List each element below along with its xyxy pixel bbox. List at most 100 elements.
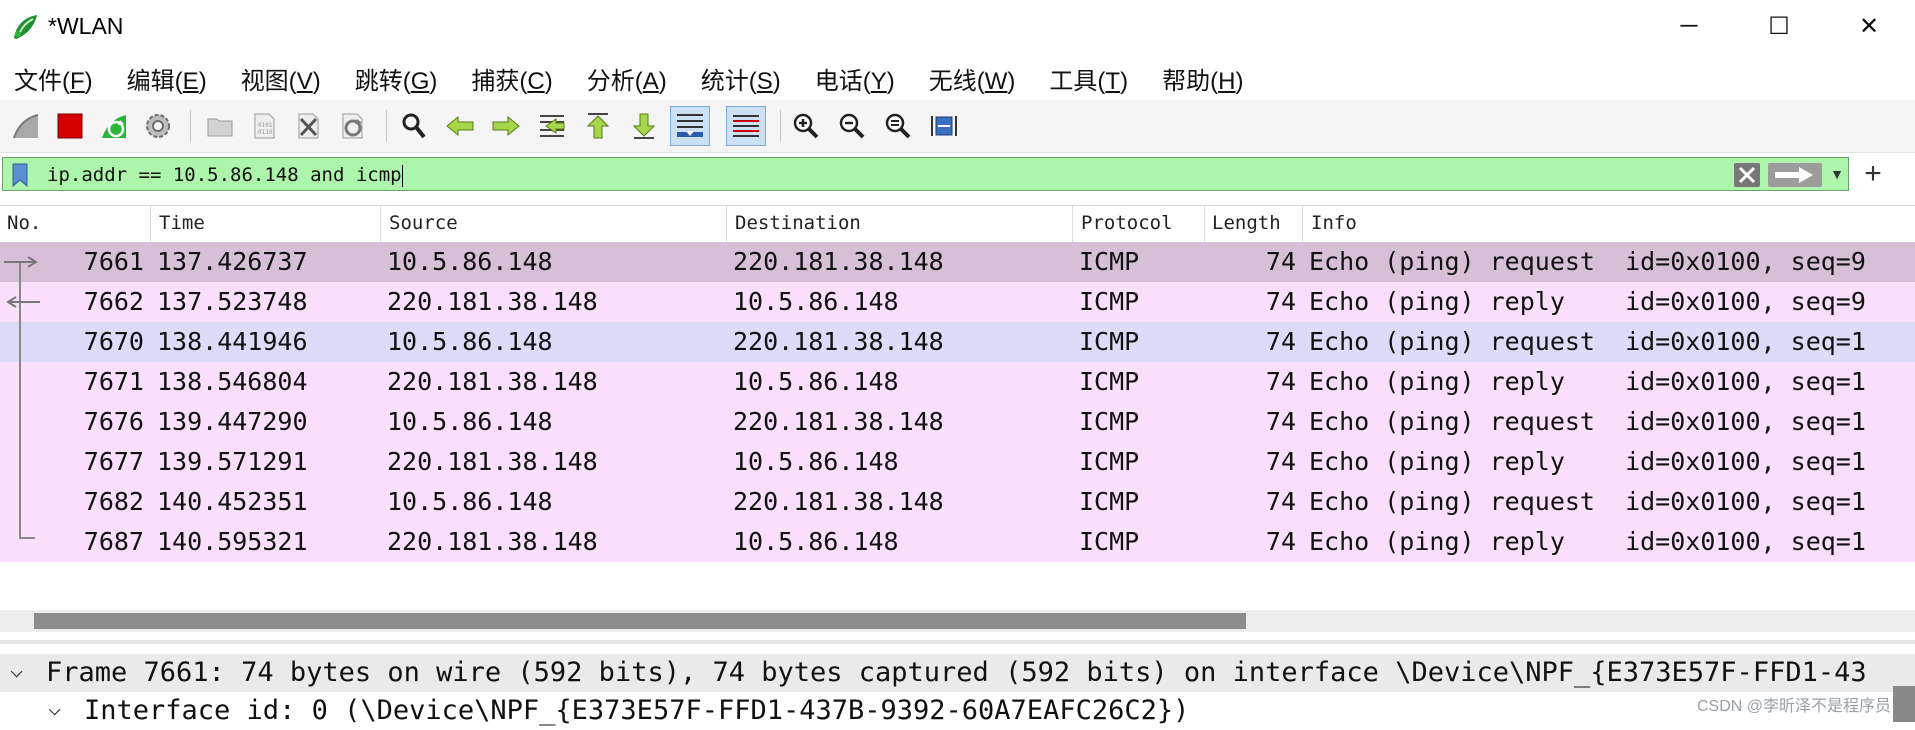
reload-file-icon[interactable] — [332, 106, 372, 146]
packet-row[interactable]: 7670 138.441946 10.5.86.148 220.181.38.148 I… — [0, 322, 1915, 362]
packet-row[interactable]: 7662 137.523748 220.181.38.148 10.5.86.148 I… — [0, 282, 1915, 322]
detail-frame-text: Frame 7661: 74 bytes on wire (592 bits),… — [46, 657, 1867, 688]
menu-item[interactable]: 统计(S) — [701, 61, 781, 96]
packet-row[interactable]: 7671 138.546804 220.181.38.148 10.5.86.148 I… — [0, 362, 1915, 402]
cell-source: 220.181.38.148 — [387, 447, 598, 476]
menu-item[interactable]: 跳转(G) — [355, 61, 438, 96]
cell-no: 7687 — [83, 527, 144, 556]
shark-fin-start-icon[interactable] — [6, 106, 46, 146]
packet-list-horizontal-scrollbar[interactable] — [0, 610, 1915, 632]
zoom-in-icon[interactable] — [786, 106, 826, 146]
packet-list-header: No. Time Source Destination Protocol Len… — [0, 205, 1915, 243]
detail-frame-row[interactable]: ⌵ Frame 7661: 74 bytes on wire (592 bits… — [0, 654, 1915, 692]
apply-filter-icon[interactable] — [1767, 162, 1823, 188]
menu-item[interactable]: 编辑(E) — [127, 61, 207, 96]
cell-info: Echo (ping) request id=0x0100, seq=9 — [1309, 247, 1866, 276]
menu-item[interactable]: 捕获(C) — [471, 61, 552, 96]
display-filter-input[interactable]: ip.addr == 10.5.86.148 and icmp ▼ — [2, 157, 1849, 191]
find-packet-icon[interactable] — [394, 106, 434, 146]
restart-capture-icon[interactable] — [94, 106, 134, 146]
menu-item[interactable]: 文件(F) — [14, 61, 93, 96]
cell-length: 74 — [1265, 327, 1296, 356]
column-header-time[interactable]: Time — [159, 212, 205, 234]
resize-columns-icon[interactable] — [924, 106, 964, 146]
column-divider[interactable] — [1204, 206, 1205, 242]
filter-history-dropdown-icon[interactable]: ▼ — [1827, 160, 1847, 188]
clear-filter-icon[interactable] — [1733, 162, 1761, 188]
cell-destination: 10.5.86.148 — [733, 447, 899, 476]
window-title: *WLAN — [48, 13, 124, 39]
menu-item[interactable]: 工具(T) — [1049, 61, 1128, 96]
details-vertical-scrollbar[interactable] — [1893, 686, 1915, 722]
menu-item[interactable]: 帮助(H) — [1162, 61, 1243, 96]
filter-bookmark-icon[interactable] — [7, 162, 33, 188]
cell-no: 7682 — [83, 487, 144, 516]
column-divider[interactable] — [1072, 206, 1073, 242]
menu-item[interactable]: 无线(W) — [929, 61, 1016, 96]
save-file-icon[interactable]: 0101 0110 — [244, 106, 284, 146]
capture-options-icon[interactable] — [138, 106, 178, 146]
cell-destination: 10.5.86.148 — [733, 367, 899, 396]
go-to-packet-icon[interactable] — [532, 106, 572, 146]
cell-time: 139.447290 — [157, 407, 308, 436]
colorize-icon[interactable] — [726, 106, 766, 146]
scrollbar-thumb[interactable] — [34, 613, 1246, 629]
column-header-no[interactable]: No. — [7, 212, 41, 234]
first-packet-icon[interactable] — [578, 106, 618, 146]
detail-interface-row[interactable]: ⌵ Interface id: 0 (\Device\NPF_{E373E57F… — [0, 692, 1915, 730]
zoom-out-icon[interactable] — [832, 106, 872, 146]
column-header-destination[interactable]: Destination — [735, 212, 861, 234]
cell-info: Echo (ping) reply id=0x0100, seq=9 — [1309, 287, 1866, 316]
open-file-icon[interactable] — [200, 106, 240, 146]
menu-item[interactable]: 分析(A) — [587, 61, 667, 96]
svg-text:0101: 0101 — [258, 122, 273, 129]
column-divider[interactable] — [726, 206, 727, 242]
column-header-info[interactable]: Info — [1311, 212, 1357, 234]
cell-length: 74 — [1265, 407, 1296, 436]
packet-row[interactable]: 7677 139.571291 220.181.38.148 10.5.86.148 I… — [0, 442, 1915, 482]
go-back-icon[interactable] — [440, 106, 480, 146]
column-header-source[interactable]: Source — [389, 212, 458, 234]
column-header-protocol[interactable]: Protocol — [1081, 212, 1173, 234]
maximize-button[interactable]: ☐ — [1734, 0, 1824, 52]
last-packet-icon[interactable] — [624, 106, 664, 146]
cell-source: 220.181.38.148 — [387, 287, 598, 316]
cell-length: 74 — [1265, 247, 1296, 276]
cell-destination: 220.181.38.148 — [733, 407, 944, 436]
cell-protocol: ICMP — [1079, 407, 1140, 436]
stop-capture-icon[interactable] — [50, 106, 90, 146]
detail-interface-text: Interface id: 0 (\Device\NPF_{E373E57F-F… — [84, 695, 1190, 726]
cell-info: Echo (ping) reply id=0x0100, seq=1 — [1309, 367, 1866, 396]
toolbar-separator — [190, 110, 191, 142]
close-file-icon[interactable] — [288, 106, 328, 146]
column-header-length[interactable]: Length — [1212, 212, 1281, 234]
packet-row[interactable]: 7682 140.452351 10.5.86.148 220.181.38.148 I… — [0, 482, 1915, 522]
collapse-chevron-icon[interactable]: ⌵ — [48, 696, 61, 721]
packet-row[interactable]: 7676 139.447290 10.5.86.148 220.181.38.148 I… — [0, 402, 1915, 442]
go-forward-icon[interactable] — [486, 106, 526, 146]
collapse-chevron-icon[interactable]: ⌵ — [10, 658, 23, 683]
packet-row[interactable]: 7687 140.595321 220.181.38.148 10.5.86.148 I… — [0, 522, 1915, 562]
column-divider[interactable] — [380, 206, 381, 242]
minimize-button[interactable]: ─ — [1644, 0, 1734, 52]
auto-scroll-icon[interactable] — [670, 106, 710, 146]
cell-time: 137.426737 — [157, 247, 308, 276]
cell-protocol: ICMP — [1079, 527, 1140, 556]
menu-item[interactable]: 电话(Y) — [815, 61, 895, 96]
normal-size-icon[interactable] — [878, 106, 918, 146]
packet-row[interactable]: 7661 137.426737 10.5.86.148 220.181.38.148 I… — [0, 242, 1915, 282]
cell-info: Echo (ping) reply id=0x0100, seq=1 — [1309, 447, 1866, 476]
add-filter-button-icon[interactable]: + — [1858, 157, 1888, 191]
cell-no: 7676 — [83, 407, 144, 436]
cell-destination: 220.181.38.148 — [733, 327, 944, 356]
cell-protocol: ICMP — [1079, 447, 1140, 476]
pane-splitter[interactable] — [0, 640, 1915, 644]
cell-length: 74 — [1265, 447, 1296, 476]
menu-item[interactable]: 视图(V) — [241, 61, 321, 96]
column-divider[interactable] — [1302, 206, 1303, 242]
related-packets-end-tick — [19, 537, 35, 539]
cell-source: 220.181.38.148 — [387, 367, 598, 396]
cell-info: Echo (ping) request id=0x0100, seq=1 — [1309, 327, 1866, 356]
close-button[interactable]: ✕ — [1824, 0, 1914, 52]
column-divider[interactable] — [150, 206, 151, 242]
